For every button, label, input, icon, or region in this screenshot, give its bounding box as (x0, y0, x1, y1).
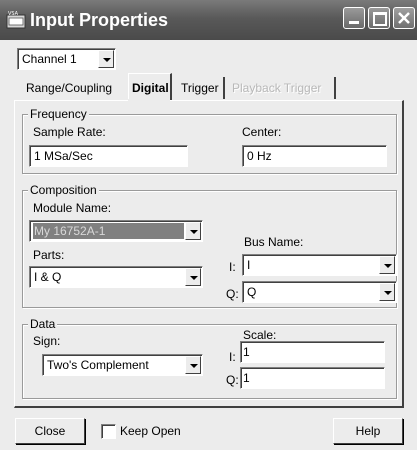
maximize-icon (373, 12, 387, 26)
scale-i-value: 1 (243, 345, 250, 359)
minimize-icon (349, 21, 359, 24)
scale-q-label: Q: (226, 373, 239, 387)
sign-select[interactable]: Two's Complement (42, 354, 203, 376)
scale-q-field[interactable]: 1 (240, 367, 385, 389)
chevron-down-icon[interactable] (98, 50, 114, 68)
frequency-group-label: Frequency (28, 107, 89, 121)
module-name-label: Module Name: (33, 201, 112, 215)
center-field[interactable]: 0 Hz (242, 145, 387, 167)
bus-i-select[interactable]: I (242, 254, 397, 276)
center-value: 0 Hz (247, 149, 272, 163)
tab-trigger[interactable]: Trigger (177, 77, 225, 99)
sign-value: Two's Complement (47, 358, 149, 372)
bus-i-label: I: (229, 260, 236, 274)
tab-underline (128, 99, 170, 102)
bus-name-label: Bus Name: (244, 235, 304, 249)
bus-q-value: Q (247, 285, 257, 299)
parts-value: I & Q (34, 270, 62, 284)
close-button[interactable]: Close (15, 418, 85, 444)
chevron-down-icon[interactable] (185, 356, 201, 374)
keep-open-checkbox[interactable] (101, 424, 116, 439)
tab-playback-trigger: Playback Trigger (230, 77, 336, 99)
sample-rate-label: Sample Rate: (33, 125, 106, 139)
help-button-label: Help (355, 424, 381, 438)
scale-i-label: I: (229, 350, 236, 364)
tab-label: Playback Trigger (232, 81, 322, 95)
tab-label: Range/Coupling (26, 81, 113, 95)
bus-q-select[interactable]: Q (242, 281, 397, 303)
center-label: Center: (242, 125, 282, 139)
chevron-down-icon[interactable] (185, 268, 201, 286)
parts-select[interactable]: I & Q (29, 266, 203, 288)
data-group-label: Data (28, 317, 58, 331)
chevron-down-icon[interactable] (185, 222, 201, 240)
title-bar[interactable]: VSA Input Properties (0, 0, 417, 40)
bus-i-value: I (247, 258, 251, 272)
parts-label: Parts: (33, 248, 65, 262)
sample-rate-field[interactable]: 1 MSa/Sec (29, 145, 188, 167)
composition-group-label: Composition (28, 183, 99, 197)
module-name-value: My 16752A-1 (34, 224, 106, 238)
scale-label: Scale: (243, 328, 277, 342)
vsa-app-icon: VSA (6, 11, 26, 29)
maximize-button[interactable] (368, 7, 390, 29)
close-window-button[interactable] (393, 7, 415, 29)
help-button[interactable]: Help (333, 418, 403, 444)
keep-open-label[interactable]: Keep Open (120, 424, 181, 438)
sample-rate-value: 1 MSa/Sec (34, 149, 93, 163)
close-icon (398, 12, 410, 24)
input-properties-window: VSA Input Properties Channel 1 Range/Cou… (0, 0, 417, 450)
close-button-label: Close (34, 424, 66, 438)
tab-label: Digital (132, 81, 169, 95)
svg-text:VSA: VSA (8, 11, 19, 17)
window-title: Input Properties (30, 10, 169, 30)
tab-label: Trigger (181, 81, 219, 95)
scale-q-value: 1 (243, 371, 250, 385)
sign-label: Sign: (33, 334, 61, 348)
tab-range-coupling[interactable]: Range/Coupling (22, 77, 118, 99)
chevron-down-icon[interactable] (379, 283, 395, 301)
scale-i-field[interactable]: 1 (240, 341, 385, 363)
bus-q-label: Q: (226, 287, 239, 301)
chevron-down-icon[interactable] (379, 256, 395, 274)
channel-select[interactable]: Channel 1 (17, 48, 116, 70)
channel-select-value: Channel 1 (22, 52, 77, 66)
module-name-select[interactable]: My 16752A-1 (29, 220, 203, 242)
tab-digital[interactable]: Digital (128, 73, 172, 101)
minimize-button[interactable] (343, 7, 365, 29)
